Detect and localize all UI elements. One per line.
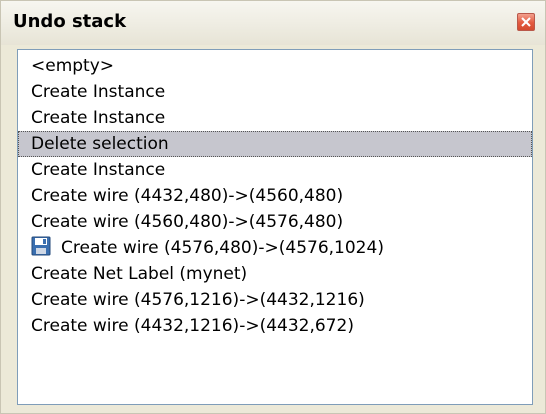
list-item-label: <empty> (31, 56, 115, 76)
list-item[interactable]: Create wire (4576,480)->(4576,1024) (18, 235, 532, 261)
panel-title: Undo stack (13, 11, 127, 32)
list-item[interactable]: Create Instance (18, 157, 532, 183)
list-item-selected[interactable]: Delete selection (18, 131, 532, 157)
list-item-label: Create Instance (31, 160, 166, 180)
list-item-label: Create wire (4432,480)->(4560,480) (31, 186, 344, 206)
list-item-label: Create Instance (31, 82, 166, 102)
close-icon (521, 17, 531, 27)
list-item-label: Create Net Label (mynet) (31, 264, 248, 284)
list-item[interactable]: Create wire (4576,1216)->(4432,1216) (18, 287, 532, 313)
list-item[interactable]: <empty> (18, 53, 532, 79)
list-item[interactable]: Create wire (4432,1216)->(4432,672) (18, 313, 532, 339)
list-item-label: Delete selection (31, 134, 169, 154)
list-item[interactable]: Create Net Label (mynet) (18, 261, 532, 287)
list-item-label: Create wire (4576,480)->(4576,1024) (61, 238, 384, 258)
close-button[interactable] (517, 13, 535, 31)
title-bar: Undo stack (1, 1, 545, 45)
list-item-label: Create wire (4560,480)->(4576,480) (31, 212, 344, 232)
list-item-label: Create wire (4576,1216)->(4432,1216) (31, 290, 365, 310)
undo-stack-panel: Undo stack <empty> Create Instance Creat… (0, 0, 546, 414)
list-item[interactable]: Create wire (4560,480)->(4576,480) (18, 209, 532, 235)
list-item-label: Create Instance (31, 108, 166, 128)
list-item[interactable]: Create Instance (18, 79, 532, 105)
list-item[interactable]: Create wire (4432,480)->(4560,480) (18, 183, 532, 209)
list-item-label: Create wire (4432,1216)->(4432,672) (31, 316, 354, 336)
list-item[interactable]: Create Instance (18, 105, 532, 131)
undo-list[interactable]: <empty> Create Instance Create Instance … (17, 49, 533, 405)
save-floppy-icon (31, 236, 51, 256)
